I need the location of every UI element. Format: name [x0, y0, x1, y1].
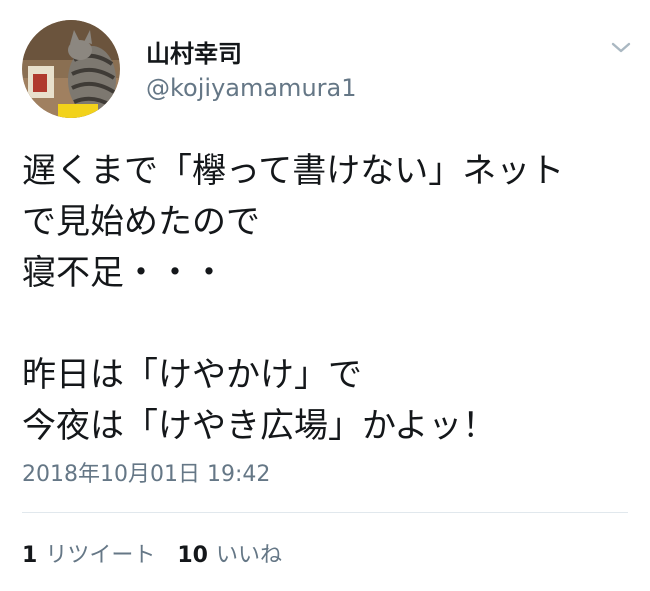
cat-photo-avatar-image: [22, 20, 120, 118]
tweet-text-line: 今夜は「けやき広場」かよッ！: [22, 406, 497, 446]
display-name[interactable]: 山村幸司: [146, 34, 242, 69]
tweet-text-line: 昨日は「けやかけ」で: [22, 355, 362, 395]
avatar[interactable]: [22, 20, 120, 118]
tweet-text-line: 遅くまで「欅って書けない」ネット: [22, 151, 565, 191]
retweet-stat[interactable]: 1 リツイート: [22, 537, 155, 569]
user-handle[interactable]: @kojiyamamura1: [146, 74, 357, 102]
tweet-timestamp[interactable]: 2018年10月01日 19:42: [22, 456, 270, 488]
tweet-stats: 1 リツイート 10 いいね: [22, 537, 282, 569]
retweet-count: 1: [22, 543, 38, 568]
like-stat[interactable]: 10 いいね: [177, 537, 282, 569]
tweet-text-line: で見始めたので: [22, 202, 260, 242]
divider: [22, 512, 628, 513]
tweet-text-line: 寝不足・・・: [22, 253, 226, 293]
chevron-down-icon[interactable]: [608, 36, 634, 58]
tweet-text: 遅くまで「欅って書けない」ネット で見始めたので 寝不足・・・ 昨日は「けやかけ…: [22, 146, 642, 452]
tweet-text-line: [22, 299, 642, 350]
like-count: 10: [177, 543, 208, 568]
tweet-card: 山村幸司 @kojiyamamura1 遅くまで「欅って書けない」ネット で見始…: [0, 0, 650, 591]
retweet-label: リツイート: [45, 543, 156, 568]
like-label: いいね: [215, 543, 282, 568]
